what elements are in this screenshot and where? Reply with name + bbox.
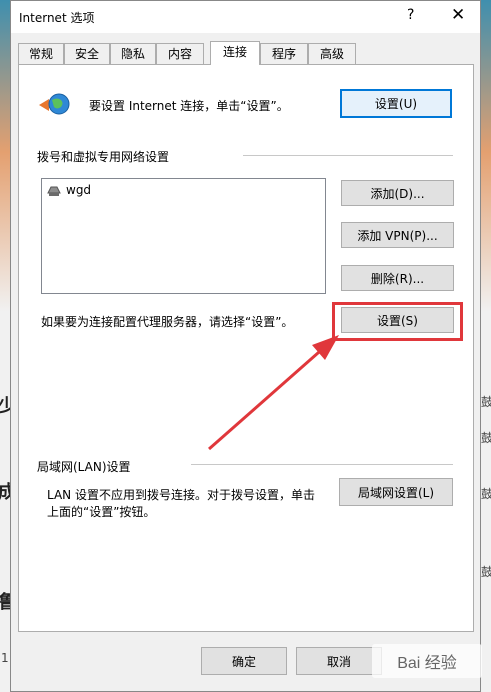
add-button[interactable]: 添加(D)... bbox=[341, 180, 454, 206]
background-glyph: 鼓 bbox=[481, 431, 491, 445]
tab-privacy[interactable]: 隐私 bbox=[110, 43, 156, 64]
tab-connections[interactable]: 连接 bbox=[210, 41, 260, 65]
group-divider bbox=[243, 155, 453, 156]
internet-globe-icon bbox=[39, 93, 70, 115]
tab-general[interactable]: 常规 bbox=[18, 43, 64, 64]
lan-description-line1: LAN 设置不应用到拨号连接。对于拨号设置，单击 bbox=[47, 488, 315, 502]
highlight-box bbox=[332, 302, 463, 341]
watermark-text: Bai 经验 bbox=[397, 655, 457, 672]
dialup-connection-icon bbox=[47, 186, 61, 196]
add-vpn-button[interactable]: 添加 VPN(P)... bbox=[341, 222, 454, 248]
background-glyph: 鼓 bbox=[481, 487, 491, 501]
connection-list[interactable]: wgd bbox=[41, 178, 326, 294]
help-button[interactable]: ? bbox=[407, 7, 414, 23]
tab-programs[interactable]: 程序 bbox=[260, 43, 308, 64]
dialup-group-label: 拨号和虚拟专用网络设置 bbox=[37, 150, 170, 164]
remove-button[interactable]: 删除(R)... bbox=[341, 265, 454, 291]
lan-settings-button[interactable]: 局域网设置(L) bbox=[339, 478, 453, 506]
watermark: Bai 经验 bbox=[372, 644, 482, 678]
connection-name: wgd bbox=[66, 183, 92, 197]
internet-options-dialog: Internet 选项 ? ✕ 常规 安全 隐私 内容 连接 程序 高级 要设置… bbox=[10, 0, 481, 692]
tab-security[interactable]: 安全 bbox=[64, 43, 110, 64]
setup-button[interactable]: 设置(U) bbox=[340, 89, 452, 118]
lan-description-line2: 上面的“设置”按钮。 bbox=[47, 505, 156, 519]
background-glyph: 鼓 bbox=[481, 565, 491, 579]
group-divider bbox=[191, 464, 453, 465]
background-glyph: 1 bbox=[1, 651, 9, 665]
close-button[interactable]: ✕ bbox=[451, 5, 465, 25]
window-title: Internet 选项 bbox=[19, 11, 95, 25]
tab-advanced[interactable]: 高级 bbox=[308, 43, 356, 64]
cancel-button[interactable]: 取消 bbox=[296, 647, 382, 675]
list-item[interactable]: wgd bbox=[46, 183, 91, 197]
background-left-strip bbox=[0, 0, 10, 692]
setup-description: 要设置 Internet 连接，单击“设置”。 bbox=[89, 99, 289, 113]
background-glyph: 鼓 bbox=[481, 395, 491, 409]
background-right-strip bbox=[481, 0, 491, 692]
ok-button[interactable]: 确定 bbox=[201, 647, 287, 675]
lan-group-label: 局域网(LAN)设置 bbox=[37, 460, 131, 474]
annotation-arrow-icon bbox=[208, 335, 339, 451]
tab-content[interactable]: 内容 bbox=[156, 43, 204, 64]
title-bar: Internet 选项 ? ✕ bbox=[11, 1, 480, 33]
connections-panel: 要设置 Internet 连接，单击“设置”。 设置(U) 拨号和虚拟专用网络设… bbox=[18, 64, 474, 632]
